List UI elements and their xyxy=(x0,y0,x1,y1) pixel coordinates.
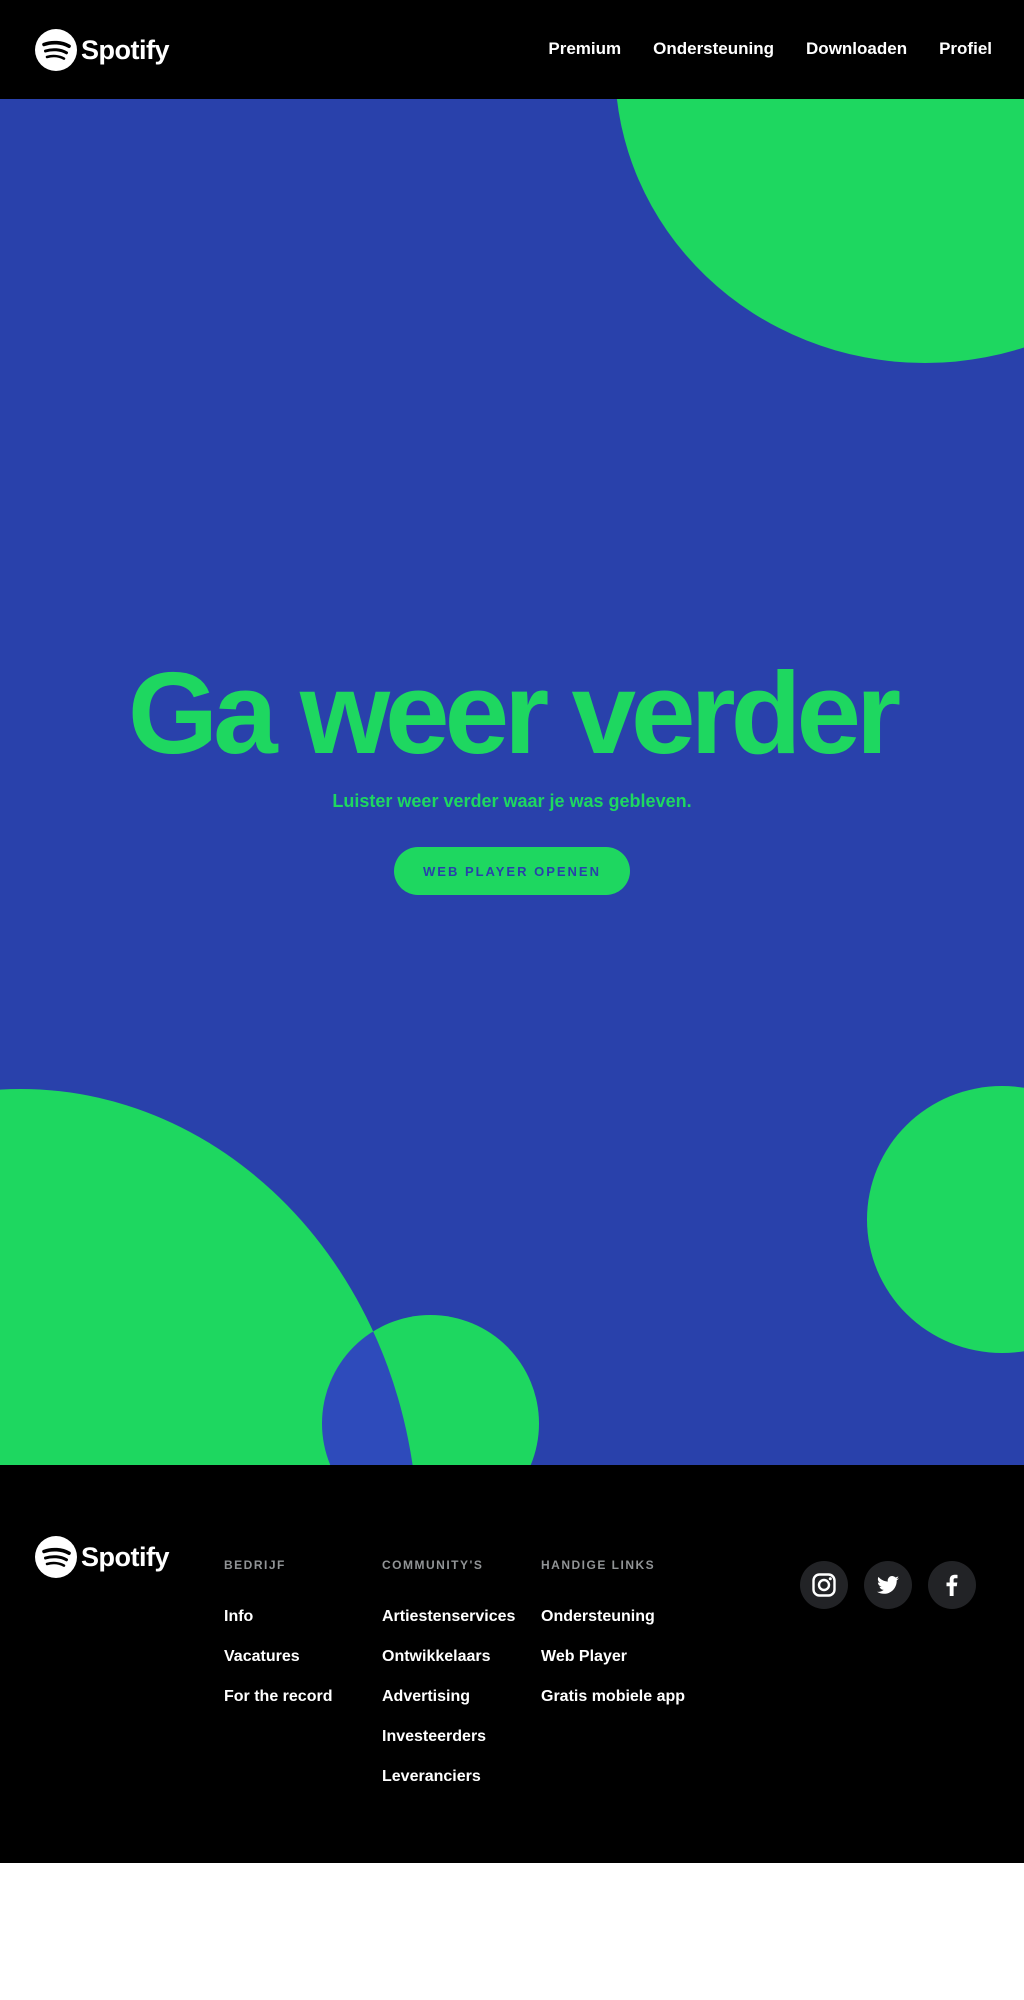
hero-section: Ga weer verder Luister weer verder waar … xyxy=(0,99,1024,1465)
footer-link-investeerders[interactable]: Investeerders xyxy=(382,1727,515,1747)
footer-spotify-logo-link[interactable]: Spotify xyxy=(35,1535,170,1579)
footer-link-leveranciers[interactable]: Leveranciers xyxy=(382,1767,515,1787)
footer-column-bedrijf: BEDRIJF Info Vacatures For the record xyxy=(224,1557,332,1727)
footer-spotify-wordmark: Spotify xyxy=(81,1541,170,1572)
top-navigation-bar: Spotify Premium Ondersteuning Downloaden… xyxy=(0,0,1024,99)
footer-link-for-the-record[interactable]: For the record xyxy=(224,1687,332,1707)
nav-downloaden[interactable]: Downloaden xyxy=(806,38,907,60)
decorative-circle-overlap-fill xyxy=(322,1315,418,1465)
spotify-logo-icon xyxy=(35,29,77,71)
footer-column-communitys: COMMUNITY'S Artiestenservices Ontwikkela… xyxy=(382,1557,515,1807)
footer-link-vacatures[interactable]: Vacatures xyxy=(224,1647,332,1667)
spotify-logo-link[interactable]: Spotify xyxy=(35,28,170,72)
spotify-wordmark: Spotify xyxy=(81,34,170,65)
footer-link-web-player[interactable]: Web Player xyxy=(541,1647,685,1667)
footer-link-info[interactable]: Info xyxy=(224,1607,332,1627)
nav-ondersteuning[interactable]: Ondersteuning xyxy=(653,38,774,60)
footer-column-heading: BEDRIJF xyxy=(224,1558,286,1572)
footer-column-heading: COMMUNITY'S xyxy=(382,1558,484,1572)
spotify-logo-icon xyxy=(35,1536,77,1578)
open-web-player-button[interactable]: WEB PLAYER OPENEN xyxy=(394,847,630,895)
instagram-icon xyxy=(812,1573,836,1597)
social-links xyxy=(800,1561,992,1609)
footer-link-ontwikkelaars[interactable]: Ontwikkelaars xyxy=(382,1647,515,1667)
footer-column-handige-links: HANDIGE LINKS Ondersteuning Web Player G… xyxy=(541,1557,685,1727)
footer-link-ondersteuning[interactable]: Ondersteuning xyxy=(541,1607,685,1627)
site-footer: Spotify BEDRIJF Info Vacatures For the r… xyxy=(0,1465,1024,1863)
hero-title: Ga weer verder xyxy=(127,648,901,778)
decorative-circle-right xyxy=(867,1086,1024,1353)
facebook-icon xyxy=(946,1574,958,1596)
decorative-circle-overlap xyxy=(0,1089,418,1465)
twitter-icon xyxy=(877,1576,899,1594)
footer-column-heading: HANDIGE LINKS xyxy=(541,1558,656,1572)
footer-link-advertising[interactable]: Advertising xyxy=(382,1687,515,1707)
footer-link-gratis-mobiele-app[interactable]: Gratis mobiele app xyxy=(541,1687,685,1707)
nav-profiel[interactable]: Profiel xyxy=(939,38,992,60)
twitter-button[interactable] xyxy=(864,1561,912,1609)
decorative-circle-top-right xyxy=(615,99,1024,363)
main-nav: Premium Ondersteuning Downloaden Profiel xyxy=(516,38,992,60)
hero-subtitle: Luister weer verder waar je was gebleven… xyxy=(332,791,692,811)
facebook-button[interactable] xyxy=(928,1561,976,1609)
nav-premium[interactable]: Premium xyxy=(548,38,621,60)
instagram-button[interactable] xyxy=(800,1561,848,1609)
footer-link-artiestenservices[interactable]: Artiestenservices xyxy=(382,1607,515,1627)
